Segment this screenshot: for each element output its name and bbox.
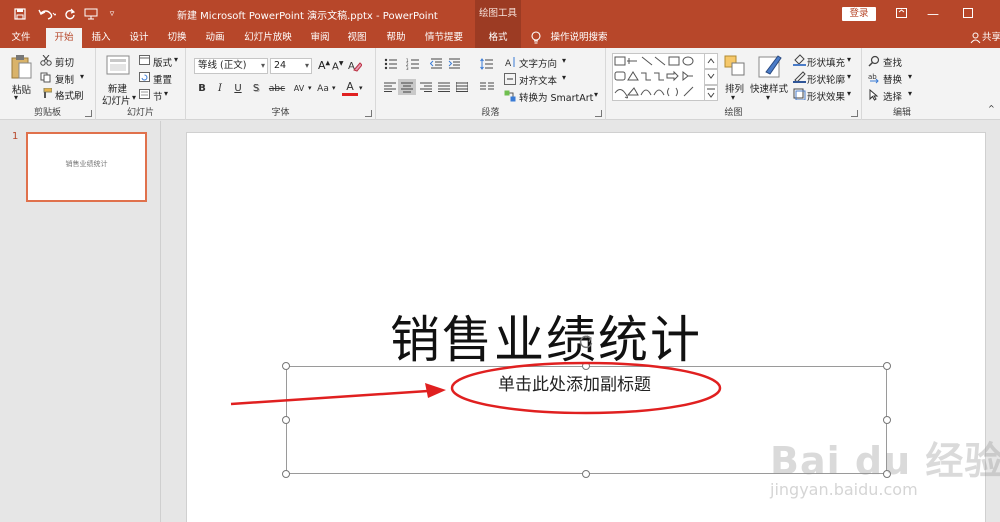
- annotation-arrow-shaft: [230, 389, 429, 406]
- annotation-arrow-head: [425, 383, 446, 398]
- watermark-brand: Bai du 经验: [770, 439, 1000, 483]
- annotation-ellipse: [450, 361, 722, 415]
- baidu-watermark: Bai du 经验 jingyan.baidu.com: [770, 430, 1000, 520]
- watermark-url: jingyan.baidu.com: [770, 480, 918, 499]
